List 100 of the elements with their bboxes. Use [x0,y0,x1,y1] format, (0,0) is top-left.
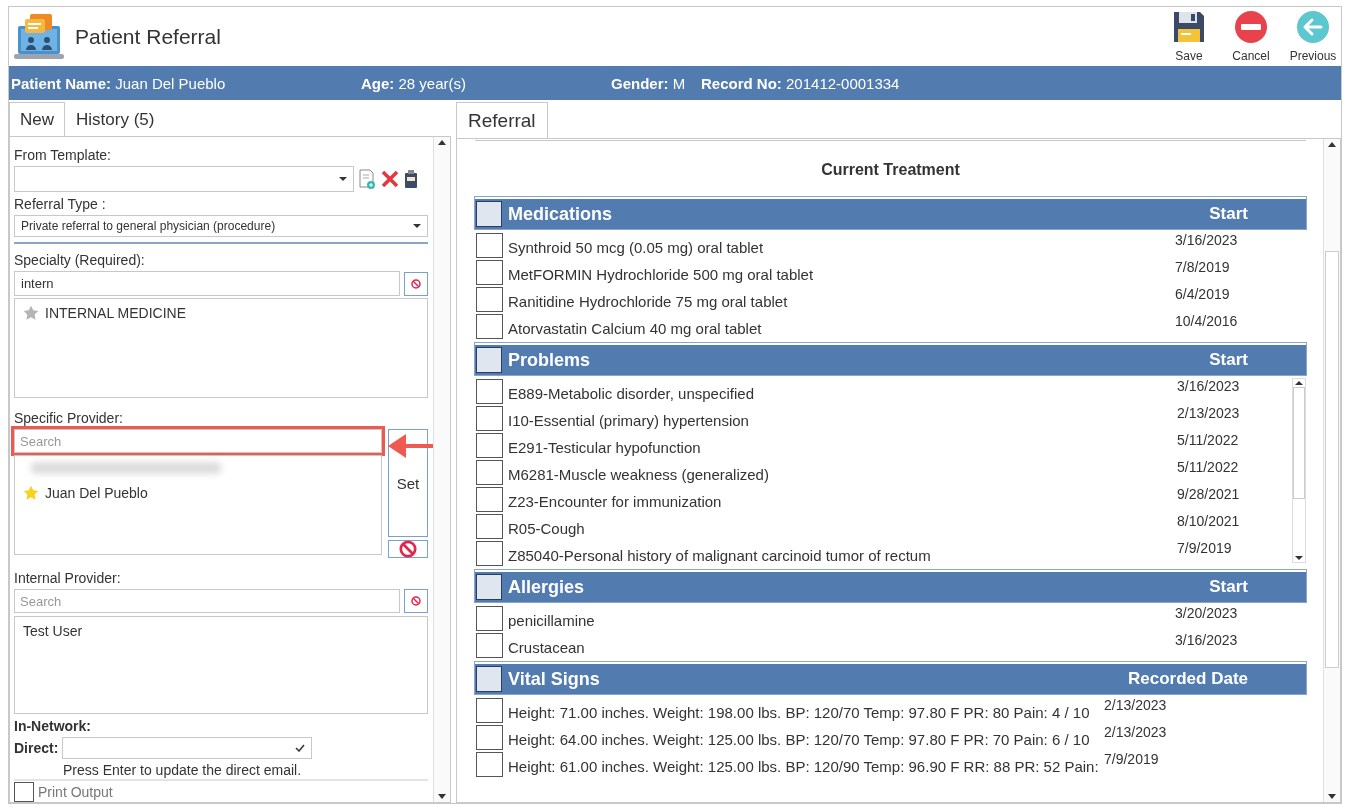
star-icon [23,485,39,501]
row-date: 3/16/2023 [1177,378,1241,394]
select-all-checkbox[interactable] [476,666,502,692]
field-label: Direct: [14,740,59,756]
select-all-checkbox[interactable] [476,574,502,600]
checkbox[interactable] [476,460,503,485]
previous-button[interactable]: Previous [1289,10,1337,63]
field-label: Specific Provider: [14,410,124,426]
row-date: 3/20/2023 [1175,605,1239,621]
row-text: penicillamine [508,610,596,629]
checkbox[interactable] [476,260,503,285]
row-date: 7/9/2019 [1104,751,1160,767]
checkbox[interactable] [476,233,503,258]
row-date: 9/28/2021 [1177,486,1241,502]
clear-button[interactable] [404,589,428,613]
window-title: Patient Referral [75,24,222,49]
row-date: 5/11/2022 [1177,432,1240,448]
checkbox[interactable] [476,487,503,512]
referral-type-dropdown[interactable]: Private referral to general physician (procedure) [14,215,428,237]
row-date: 7/9/2019 [1177,540,1233,556]
row-text: Z85040-Personal history of malignant carcinoid tumor of rectum [508,545,932,564]
field-label: From Template: [14,147,112,163]
patient-field: Record No: 201412-0001334 [701,74,900,92]
column-heading: Recorded Date [1128,669,1249,689]
save-button[interactable]: Save [1165,10,1213,63]
row-text: Synthroid 50 mcg (0.05 mg) oral tablet [508,237,765,256]
row-text: Height: 64.00 inches. Weight: 125.00 lbs. BP: 120/70 Temp: 97.80 F PR: 70 Pain: 6 / 10 [508,729,1091,748]
row-text: R05-Cough [508,518,586,537]
patient-field: Patient Name: Juan Del Pueblo [11,74,361,92]
clear-button[interactable] [388,540,428,558]
checkbox[interactable] [476,541,503,566]
app-logo-icon [13,11,65,62]
checkbox[interactable] [476,514,503,539]
scrollbar[interactable] [1323,139,1340,802]
section-title: Vital Signs [508,668,601,690]
row-date: 8/10/2021 [1177,513,1241,529]
hint-text: Press Enter to update the direct email. [63,762,303,778]
checkbox[interactable] [476,287,503,312]
list-item[interactable]: INTERNAL MEDICINE [23,304,419,322]
list-item[interactable]: Test User [23,622,419,640]
select-all-checkbox[interactable] [476,347,502,373]
clipboard-icon[interactable] [404,169,418,189]
checkbox[interactable] [14,782,34,802]
specialty-field[interactable]: intern [14,271,400,296]
search-field[interactable]: Search [14,589,400,613]
clear-button[interactable] [404,271,428,296]
row-date: 3/16/2023 [1175,632,1239,648]
row-text: E889-Metabolic disorder, unspecified [508,383,755,402]
cancel-button[interactable]: Cancel [1227,10,1275,63]
section-heading: Current Treatment [820,161,961,179]
prohibited-icon [399,540,417,558]
scrollbar[interactable] [433,137,450,802]
row-date: 7/8/2019 [1175,259,1231,275]
row-date: 2/13/2023 [1104,697,1168,713]
checkbox[interactable] [476,633,503,658]
field-label: Referral Type : [14,196,107,212]
row-date: 10/4/2016 [1175,313,1239,329]
checkbox[interactable] [476,752,503,777]
list-item[interactable]: Juan Del Pueblo [23,484,373,502]
column-heading: Start [1209,350,1249,370]
row-date: 6/4/2019 [1175,286,1231,302]
row-text: Z23-Encounter for immunization [508,491,723,510]
row-text: I10-Essential (primary) hypertension [508,410,750,429]
row-date: 5/11/2022 [1177,459,1240,475]
checkbox[interactable] [476,406,503,431]
row-text: M6281-Muscle weakness (generalized) [508,464,770,483]
row-text: Ranitidine Hydrochloride 75 mg oral tablet [508,291,789,310]
checkbox[interactable] [476,433,503,458]
select-all-checkbox[interactable] [476,201,502,227]
column-heading: Start [1209,204,1249,224]
checkbox[interactable] [476,725,503,750]
checkbox[interactable] [476,606,503,631]
scrollbar[interactable] [1292,378,1306,563]
section-title: Medications [508,203,614,225]
row-text: Atorvastatin Calcium 40 mg oral tablet [508,318,763,337]
checkbox[interactable] [476,698,503,723]
tab[interactable]: New [9,102,65,136]
row-date: 2/13/2023 [1177,405,1241,421]
patient-field: Gender: M [611,74,701,92]
set-button[interactable]: Set [388,429,428,537]
row-date: 3/16/2023 [1175,232,1239,248]
row-text: Height: 71.00 inches. Weight: 198.00 lbs. BP: 120/70 Temp: 97.80 F PR: 80 Pain: 4 / 10 [508,702,1091,721]
field-label: Internal Provider: [14,570,122,586]
search-field[interactable]: Search [14,429,382,453]
column-heading: Start [1209,577,1249,597]
row-text: E291-Testicular hypofunction [508,437,702,456]
star-icon [23,305,39,321]
checkbox[interactable] [476,379,503,404]
delete-icon[interactable] [380,169,400,189]
section-title: Allergies [508,576,586,598]
direct-email-field[interactable] [62,737,313,759]
tab[interactable]: Referral [456,102,548,138]
no-entry-icon [1234,10,1268,44]
row-text: Crustacean [508,637,586,656]
checkbox-label: Print Output [38,784,113,800]
field-label: In-Network: [14,718,92,734]
row-text: MetFORMIN Hydrochloride 500 mg oral tablet [508,264,815,283]
checkbox[interactable] [476,314,503,339]
section-title: Problems [508,349,592,371]
patient-field: Age: 28 year(s) [361,74,611,92]
